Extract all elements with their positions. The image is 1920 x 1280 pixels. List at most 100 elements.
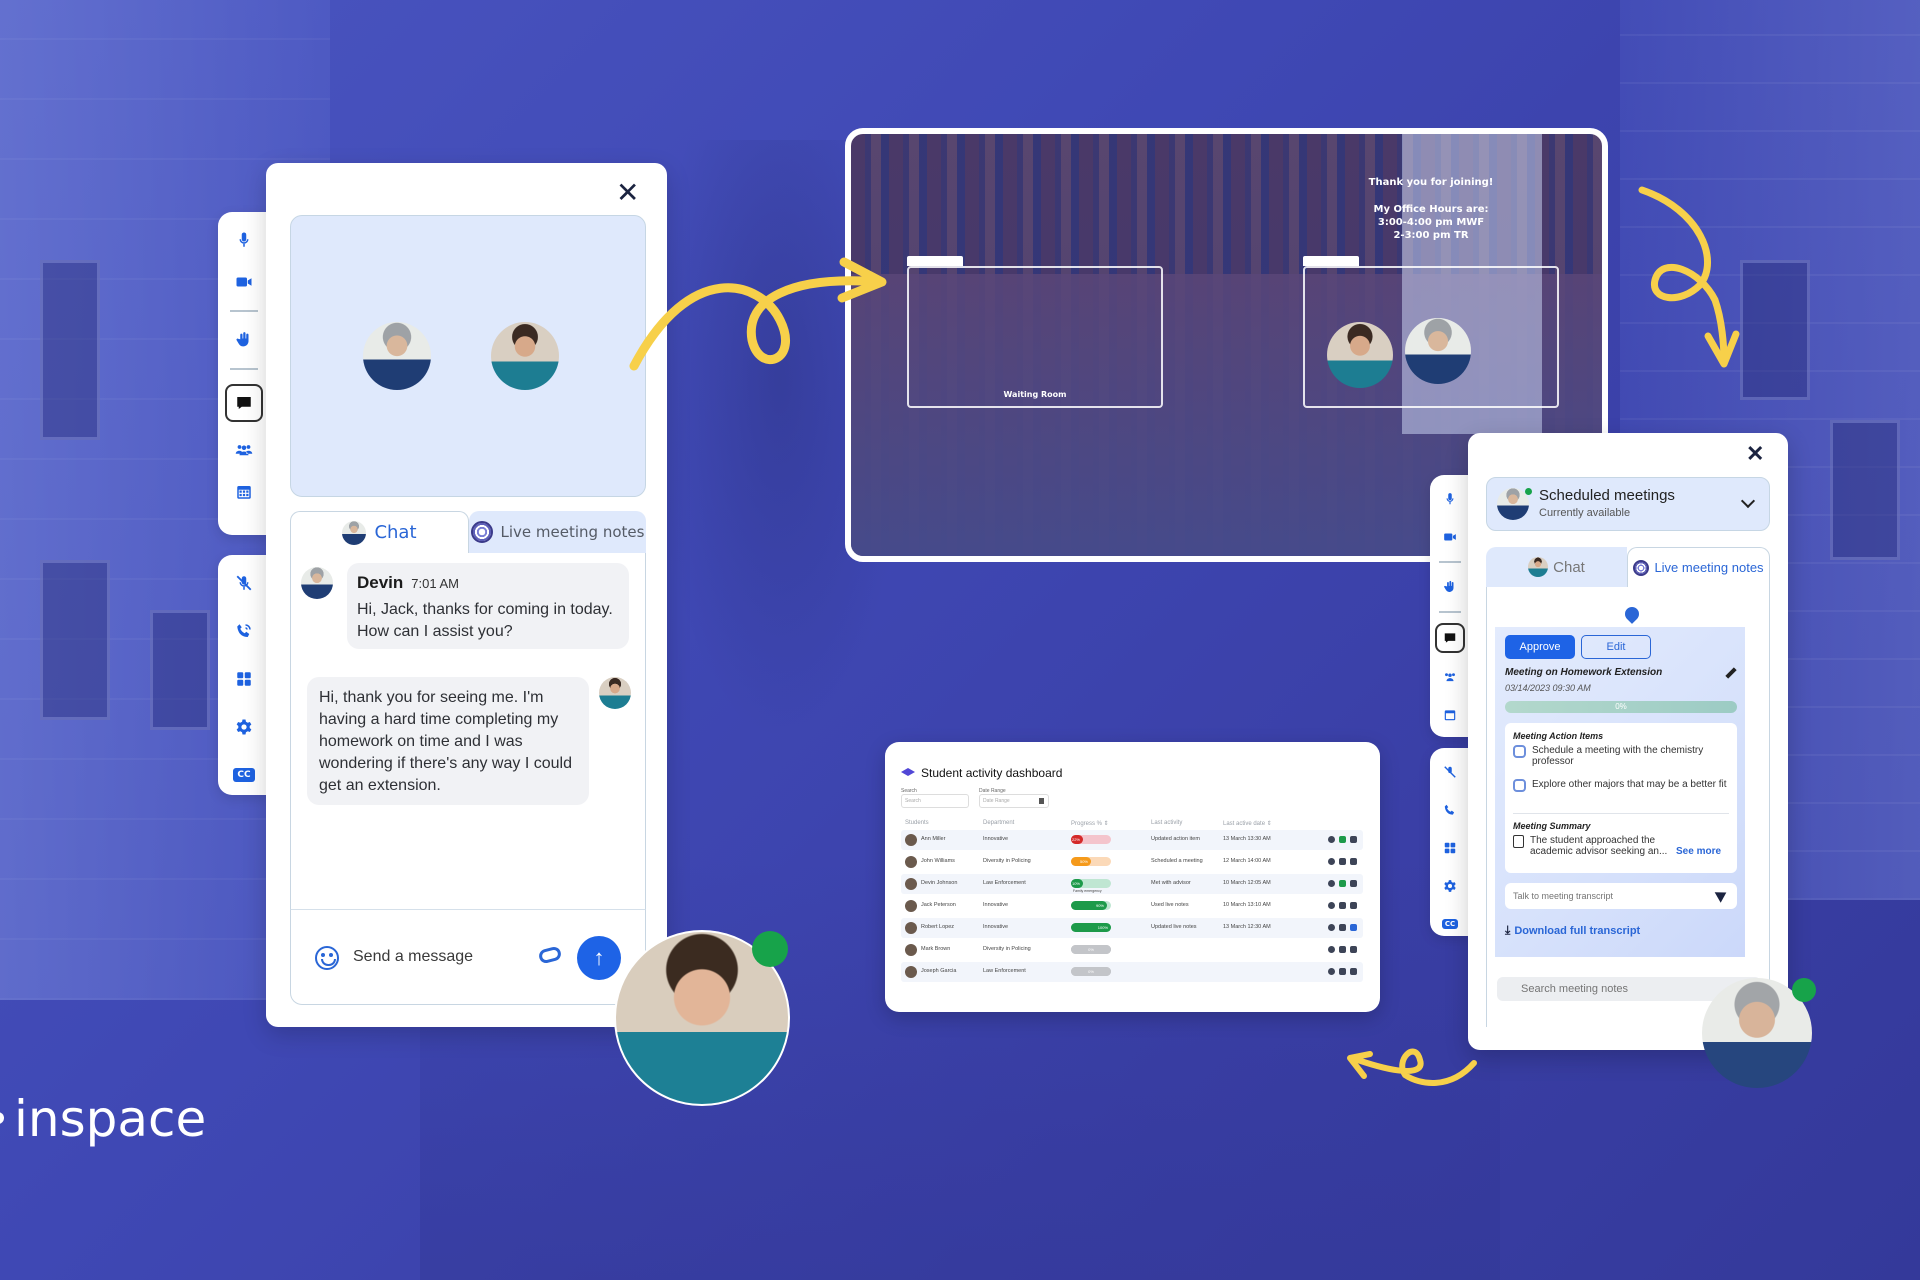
microphone-icon[interactable] [1436,485,1464,513]
closed-captions-icon[interactable]: CC [1436,912,1464,936]
message-avatar-jack [599,677,631,709]
background-window [40,560,110,720]
chat-action-icon[interactable] [1328,902,1335,909]
student-name: Joseph Garcia [921,968,957,974]
background-window [40,260,100,440]
message-time: 7:01 AM [411,576,459,591]
bug-action-icon[interactable] [1339,968,1346,975]
meeting-room-zone[interactable] [1303,266,1559,408]
send-button[interactable]: ↑ [577,936,621,980]
bug-action-icon[interactable] [1339,924,1346,931]
column-header[interactable]: Last active date ⇕ [1223,820,1272,827]
meeting-progress-bar: 0% [1505,701,1737,713]
participants-icon[interactable] [1436,663,1464,691]
bug-action-icon[interactable] [1339,946,1346,953]
last-active-date: 12 March 14:00 AM [1223,858,1271,864]
edit-button[interactable]: Edit [1581,635,1651,659]
chat-icon[interactable] [1435,623,1465,653]
tab-chat[interactable]: Chat [1486,547,1627,587]
department: Innovative [983,836,1009,842]
date-range-placeholder: Date Range [983,798,1010,804]
action-item-checkbox[interactable] [1513,779,1526,792]
bug-action-icon[interactable] [1339,836,1346,843]
chat-action-icon[interactable] [1328,968,1335,975]
scheduled-meetings-dropdown[interactable]: Scheduled meetings Currently available [1486,477,1770,531]
message-bubble: Hi, thank you for seeing me. I'm having … [307,677,589,805]
delete-action-icon[interactable] [1350,946,1357,953]
table-row[interactable]: Robert Lopez Innovative Updated live notes… [901,918,1363,938]
emoji-icon[interactable] [315,946,339,970]
calendar-icon [1039,798,1044,804]
table-row[interactable]: John Williams Diversity in Policing Schedu… [901,852,1363,872]
table-row[interactable]: Joseph Garcia Law Enforcement 0% [901,962,1363,982]
table-row[interactable]: Mark Brown Diversity in Policing 0% [901,940,1363,960]
see-more-link[interactable]: See more [1676,846,1721,857]
chat-action-icon[interactable] [1328,836,1335,843]
mute-icon[interactable] [230,569,258,597]
chat-action-icon[interactable] [1328,858,1335,865]
waiting-room-zone[interactable]: Waiting Room [907,266,1163,408]
raise-hand-icon[interactable] [230,326,258,354]
chat-action-icon[interactable] [1328,946,1335,953]
video-camera-icon[interactable] [230,268,258,296]
closed-captions-icon[interactable]: CC [230,761,258,789]
table-row[interactable]: Ann Miller Innovative Updated action item 1… [901,830,1363,850]
tab-chat[interactable]: Chat [290,511,469,553]
bug-action-icon[interactable] [1339,880,1346,887]
row-actions [1328,968,1357,975]
date-range-input[interactable]: Date Range [979,794,1049,808]
office-message-line: 3:00-4:00 pm MWF [1377,217,1485,228]
pencil-icon[interactable] [1725,667,1737,679]
column-header[interactable]: Progress % ⇕ [1071,820,1109,827]
action-item-text: Explore other majors that may be a bette… [1532,779,1727,790]
calendar-icon[interactable] [1436,701,1464,729]
chevron-down-icon[interactable] [1740,493,1756,509]
mute-icon[interactable] [1436,760,1464,784]
delete-action-icon[interactable] [1350,836,1357,843]
close-icon[interactable]: ✕ [616,179,639,207]
sidebar-divider [1439,611,1461,613]
tab-live-meeting-notes[interactable]: Live meeting notes [1627,547,1770,587]
attachment-icon[interactable] [537,945,563,965]
pin-icon[interactable] [1622,604,1642,624]
bug-action-icon[interactable] [1339,902,1346,909]
bug-action-icon[interactable] [1339,858,1346,865]
dashboard-search-input[interactable]: Search [901,794,969,808]
message-input[interactable] [353,940,523,974]
advisor-mini-avatar [342,520,367,545]
settings-icon[interactable] [230,713,258,741]
chat-icon[interactable] [225,384,263,422]
chat-action-icon[interactable] [1328,880,1335,887]
download-transcript-link[interactable]: ⤓ Download full transcript [1505,923,1640,938]
calendar-icon[interactable] [230,478,258,506]
summary-text: The student approached the academic advi… [1530,835,1668,857]
meeting-details: Meeting Action Items Schedule a meeting … [1505,723,1737,873]
action-item-checkbox[interactable] [1513,745,1526,758]
tab-live-meeting-notes[interactable]: Live meeting notes [469,511,646,553]
delete-action-icon[interactable] [1350,858,1357,865]
action-item: Explore other majors that may be a bette… [1513,779,1733,792]
raise-hand-icon[interactable] [1436,573,1464,601]
table-row[interactable]: Jack Peterson Innovative Used live notes 10… [901,896,1363,916]
apps-grid-icon[interactable] [230,665,258,693]
video-camera-icon[interactable] [1436,523,1464,551]
apps-grid-icon[interactable] [1436,836,1464,860]
delete-action-icon[interactable] [1350,880,1357,887]
progress-fill: 22% [1071,835,1083,844]
phone-call-icon[interactable] [230,617,258,645]
close-icon[interactable]: ✕ [1746,443,1764,465]
sidebar-divider [230,310,258,312]
delete-action-icon[interactable] [1350,968,1357,975]
phone-call-icon[interactable] [1436,798,1464,822]
delete-action-icon[interactable] [1350,924,1357,931]
approve-button[interactable]: Approve [1505,635,1575,659]
delete-action-icon[interactable] [1350,902,1357,909]
table-row[interactable]: Devin Johnson Law Enforcement Met with adv… [901,874,1363,894]
microphone-icon[interactable] [230,226,258,254]
settings-icon[interactable] [1436,874,1464,898]
participants-icon[interactable] [230,436,258,464]
talk-to-transcript-input[interactable] [1505,883,1737,909]
progress-bar: 90% [1071,901,1111,910]
chat-action-icon[interactable] [1328,924,1335,931]
sidebar-divider [1439,561,1461,563]
